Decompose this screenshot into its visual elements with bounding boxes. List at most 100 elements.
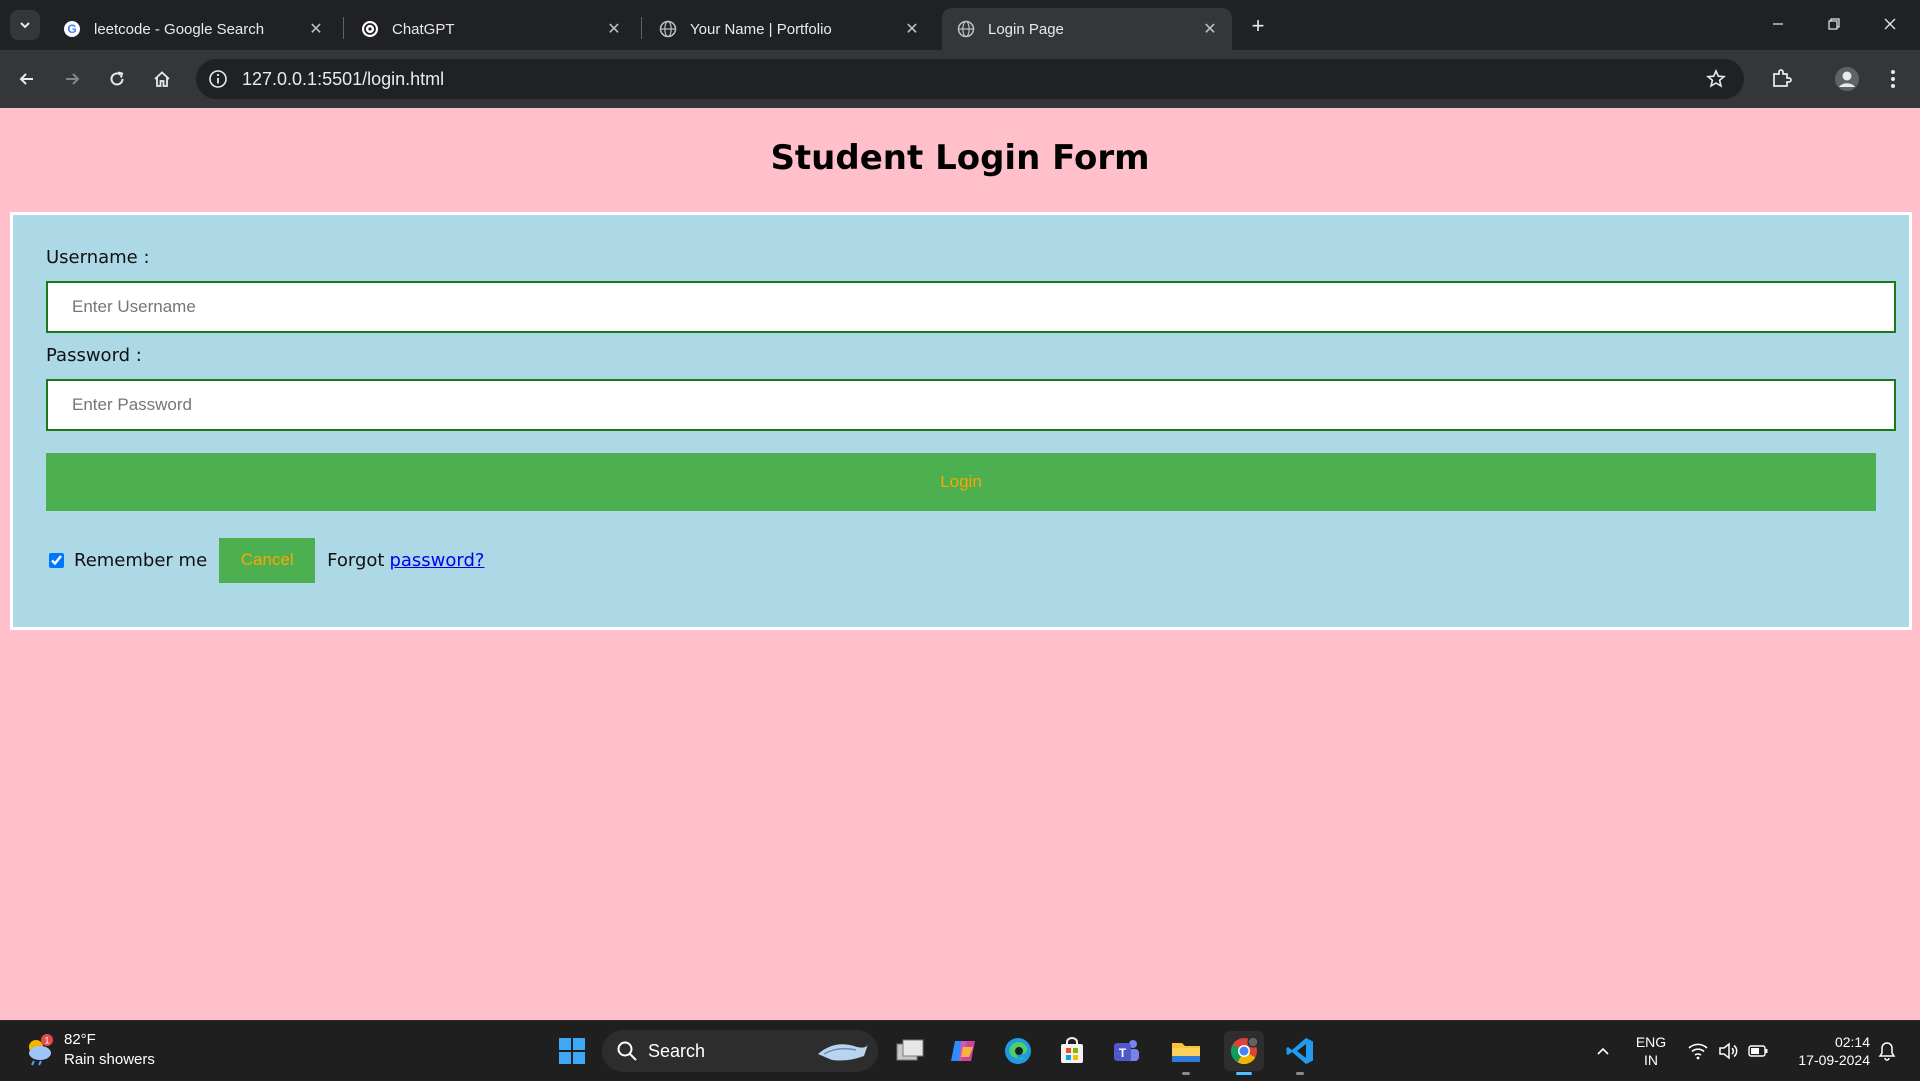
taskbar-search[interactable]: Search — [602, 1030, 878, 1072]
restore-icon — [1828, 18, 1840, 30]
close-icon[interactable]: ✕ — [1198, 17, 1222, 41]
language-indicator[interactable]: ENG IN — [1620, 1033, 1682, 1069]
browser-toolbar: 127.0.0.1:5501/login.html — [0, 50, 1920, 108]
tab-strip: G leetcode - Google Search ✕ ChatGPT ✕ Y… — [0, 0, 1920, 50]
teams-button[interactable]: T — [1106, 1031, 1146, 1071]
minimize-button[interactable] — [1750, 0, 1806, 48]
site-info-icon[interactable] — [206, 67, 230, 91]
close-window-button[interactable] — [1862, 0, 1918, 48]
restore-button[interactable] — [1806, 0, 1862, 48]
tab-portfolio[interactable]: Your Name | Portfolio ✕ — [644, 8, 934, 50]
search-highlight-icon — [818, 1044, 868, 1061]
copilot-button[interactable] — [944, 1031, 984, 1071]
plus-icon: + — [1251, 13, 1265, 38]
username-input[interactable] — [46, 281, 1896, 333]
close-icon[interactable]: ✕ — [900, 17, 924, 41]
region-code: IN — [1644, 1052, 1658, 1068]
wifi-status[interactable] — [1684, 1021, 1712, 1081]
login-form: Username : Password : Login Remember me … — [10, 212, 1912, 630]
search-label: Search — [648, 1041, 706, 1061]
extensions-button[interactable] — [1764, 62, 1798, 96]
login-button[interactable]: Login — [46, 453, 1876, 511]
start-button[interactable] — [552, 1031, 592, 1071]
tab-login-page[interactable]: Login Page ✕ — [942, 8, 1232, 50]
weather-temp: 82°F — [64, 1031, 96, 1048]
battery-icon — [1748, 1045, 1768, 1057]
store-button[interactable] — [1052, 1031, 1092, 1071]
tab-title: leetcode - Google Search — [94, 20, 265, 38]
task-view-icon — [896, 1039, 924, 1061]
teams-icon: T — [1114, 1040, 1139, 1061]
svg-text:T: T — [1119, 1046, 1127, 1060]
language-code: ENG — [1635, 1034, 1667, 1050]
minimize-icon — [1773, 23, 1783, 25]
edge-icon — [1005, 1038, 1031, 1064]
password-label: Password : — [46, 345, 142, 366]
chevron-down-icon — [20, 22, 30, 29]
wifi-icon — [1688, 1043, 1708, 1060]
close-icon — [1884, 18, 1896, 30]
folder-icon — [1172, 1043, 1200, 1062]
edge-button[interactable] — [998, 1031, 1038, 1071]
url-text[interactable]: 127.0.0.1:5501/login.html — [242, 69, 444, 90]
reload-button[interactable] — [100, 62, 134, 96]
vscode-button[interactable] — [1280, 1031, 1320, 1075]
page-title: Student Login Form — [770, 138, 1150, 178]
chrome-menu-button[interactable] — [1876, 62, 1910, 96]
volume-icon — [1719, 1042, 1738, 1060]
volume-status[interactable] — [1714, 1021, 1742, 1081]
reload-icon — [110, 71, 124, 86]
profile-button[interactable] — [1830, 62, 1864, 96]
remember-me-label: Remember me — [74, 549, 208, 571]
show-hidden-icons-button[interactable] — [1588, 1021, 1618, 1081]
close-icon[interactable]: ✕ — [602, 17, 626, 41]
cancel-button[interactable]: Cancel — [219, 537, 316, 583]
chatgpt-icon — [360, 19, 380, 39]
new-tab-button[interactable]: + — [1244, 12, 1272, 40]
home-button[interactable] — [145, 62, 179, 96]
forgot-password-link[interactable]: password? — [389, 550, 484, 571]
globe-icon — [956, 19, 976, 39]
puzzle-icon — [1773, 69, 1792, 87]
clock-date: 17-09-2024 — [1798, 1052, 1870, 1068]
task-view-button[interactable] — [890, 1031, 930, 1071]
system-clock[interactable]: 02:14 17-09-2024 — [1772, 1033, 1870, 1069]
close-icon[interactable]: ✕ — [304, 17, 328, 41]
tab-title: Login Page — [988, 20, 1064, 38]
remember-me-checkbox[interactable] — [49, 552, 64, 568]
forgot-text: Forgot — [327, 549, 385, 571]
weather-widget[interactable]: 1 82°F Rain showers — [22, 1031, 202, 1071]
vscode-icon — [1286, 1038, 1313, 1064]
file-explorer-button[interactable] — [1166, 1031, 1206, 1075]
arrow-left-icon — [19, 73, 33, 85]
store-icon — [1061, 1037, 1083, 1063]
password-input[interactable] — [46, 379, 1896, 431]
search-icon — [617, 1041, 637, 1061]
back-button[interactable] — [10, 62, 44, 96]
weather-condition: Rain showers — [64, 1051, 155, 1068]
chrome-icon — [1230, 1036, 1259, 1065]
google-icon: G — [62, 19, 82, 39]
home-icon — [154, 71, 170, 87]
notifications-button[interactable] — [1872, 1021, 1902, 1081]
bookmark-star-icon[interactable] — [1704, 67, 1728, 91]
address-bar[interactable]: 127.0.0.1:5501/login.html — [196, 59, 1744, 99]
forward-button[interactable] — [55, 62, 89, 96]
battery-status[interactable] — [1744, 1021, 1772, 1081]
tab-chatgpt[interactable]: ChatGPT ✕ — [346, 8, 636, 50]
tab-title: ChatGPT — [392, 20, 455, 38]
tab-search-button[interactable] — [10, 10, 40, 40]
weather-alert-badge: 1 — [44, 1036, 49, 1046]
tab-title: Your Name | Portfolio — [690, 20, 832, 38]
avatar — [1835, 67, 1859, 91]
rain-cloud-icon: 1 — [29, 1034, 53, 1066]
globe-icon — [658, 19, 678, 39]
bell-icon — [1878, 1042, 1896, 1061]
svg-text:G: G — [67, 22, 76, 36]
windows-logo-icon — [559, 1038, 585, 1064]
copilot-icon — [951, 1041, 975, 1061]
chrome-button[interactable] — [1224, 1031, 1264, 1075]
page-viewport: Student Login Form Username : Password :… — [0, 108, 1920, 1020]
tab-leetcode-search[interactable]: G leetcode - Google Search ✕ — [48, 8, 338, 50]
taskbar: 1 82°F Rain showers Search T ENG IN 02:1… — [0, 1020, 1920, 1081]
